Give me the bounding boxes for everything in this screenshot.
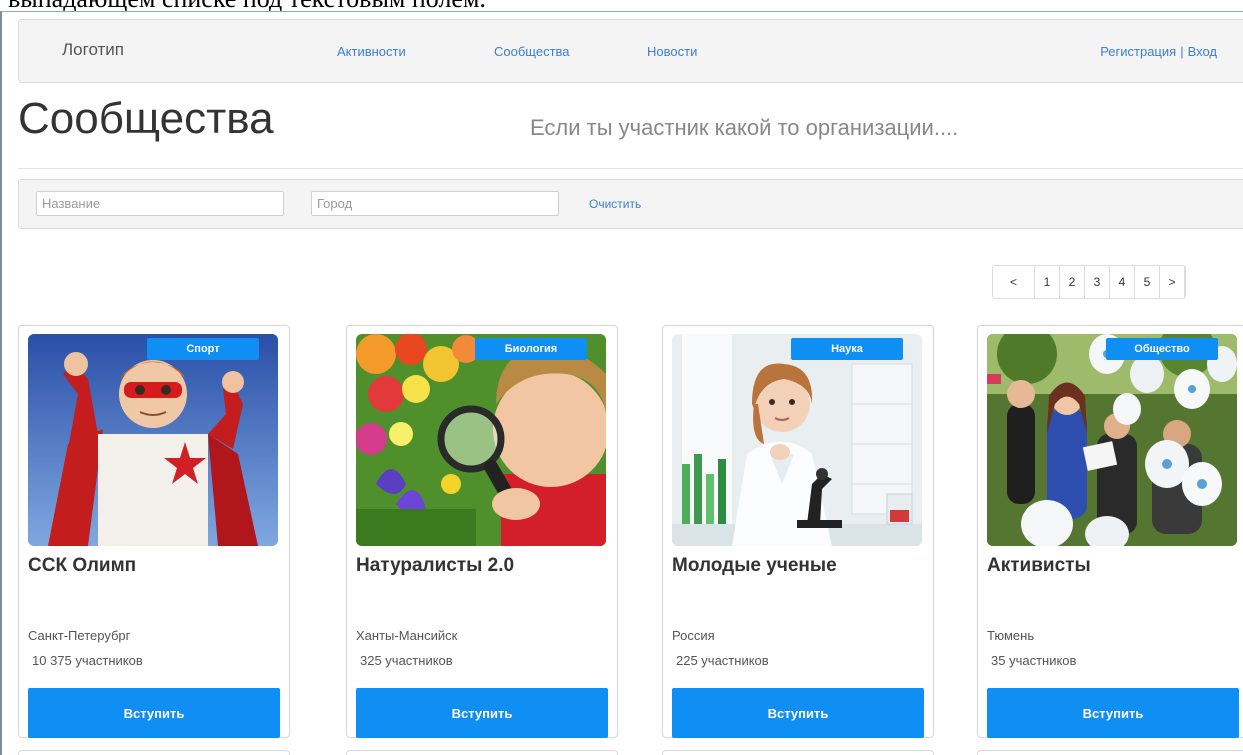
pagination-page-1[interactable]: 1 — [1035, 266, 1060, 298]
header-divider — [18, 168, 1243, 169]
community-card-next-row — [662, 750, 934, 755]
join-button[interactable]: Вступить — [356, 688, 608, 738]
join-button[interactable]: Вступить — [987, 688, 1239, 738]
pagination-prev[interactable]: < — [993, 266, 1035, 298]
community-city: Санкт-Петерубрг — [28, 628, 131, 643]
community-image-boy-magnifier[interactable] — [356, 334, 606, 546]
auth-links: Регистрация | Вход — [1100, 44, 1217, 59]
top-navbar: Логотип Активности Сообщества Новости Ре… — [18, 19, 1243, 83]
community-card-next-row — [18, 750, 290, 755]
community-name[interactable]: Активисты — [987, 555, 1091, 577]
category-tag[interactable]: Наука — [791, 338, 903, 360]
page-lead-text: Если ты участник какой то организации...… — [530, 115, 959, 140]
community-members-count: 10 375 участников — [32, 653, 143, 668]
name-filter-input[interactable] — [36, 191, 284, 216]
community-members-count: 35 участников — [991, 653, 1077, 668]
pagination-page-3[interactable]: 3 — [1085, 266, 1110, 298]
site-logo[interactable]: Логотип — [62, 40, 124, 60]
website-screenshot: Логотип Активности Сообщества Новости Ре… — [0, 11, 1243, 755]
login-link[interactable]: Вход — [1188, 44, 1217, 59]
clear-filters-link[interactable]: Очистить — [589, 197, 641, 211]
join-button[interactable]: Вступить — [672, 688, 924, 738]
register-link[interactable]: Регистрация — [1100, 44, 1176, 59]
nav-link-activities[interactable]: Активности — [337, 44, 406, 59]
pagination-page-5[interactable]: 5 — [1135, 266, 1160, 298]
category-tag[interactable]: Биология — [475, 338, 587, 360]
category-tag[interactable]: Спорт — [147, 338, 259, 360]
pagination-next[interactable]: > — [1160, 266, 1185, 298]
community-members-count: 325 участников — [360, 653, 453, 668]
community-card: Биология Натуралисты 2.0 Ханты-Мансийск … — [346, 325, 618, 738]
community-card-next-row — [346, 750, 618, 755]
community-image-superhero-boy[interactable] — [28, 334, 278, 546]
community-card: Спорт ССК Олимп Санкт-Петерубрг 10 375 у… — [18, 325, 290, 738]
community-city: Ханты-Мансийск — [356, 628, 458, 643]
pagination: < 1 2 3 4 5 > — [992, 265, 1186, 299]
community-card: Наука Молодые ученые Россия 225 участник… — [662, 325, 934, 738]
nav-link-communities[interactable]: Сообщества — [494, 44, 570, 59]
city-filter-input[interactable] — [311, 191, 559, 216]
nav-link-news[interactable]: Новости — [647, 44, 697, 59]
community-city: Тюмень — [987, 628, 1035, 643]
community-image-activists-balloons[interactable] — [987, 334, 1237, 546]
community-card-next-row — [977, 750, 1243, 755]
community-members-count: 225 участников — [676, 653, 769, 668]
community-name[interactable]: Молодые ученые — [672, 555, 837, 577]
join-button[interactable]: Вступить — [28, 688, 280, 738]
filter-bar: Очистить — [18, 179, 1243, 229]
community-name[interactable]: ССК Олимп — [28, 555, 136, 577]
community-name[interactable]: Натуралисты 2.0 — [356, 555, 514, 577]
pagination-page-2[interactable]: 2 — [1060, 266, 1085, 298]
page-title: Сообщества — [18, 94, 274, 143]
category-tag[interactable]: Общество — [1106, 338, 1218, 360]
auth-separator: | — [1180, 44, 1184, 59]
community-card: Общество Активисты Тюмень 35 участников … — [977, 325, 1243, 738]
pagination-page-4[interactable]: 4 — [1110, 266, 1135, 298]
community-city: Россия — [672, 628, 715, 643]
community-image-scientist-microscope[interactable] — [672, 334, 922, 546]
